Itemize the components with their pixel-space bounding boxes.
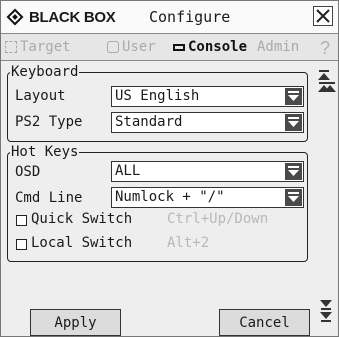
- window-title: Configure: [149, 8, 231, 26]
- dropdown-arrow-icon: [285, 88, 302, 105]
- tab-user[interactable]: User: [107, 37, 156, 57]
- cmd-line-label: Cmd Line: [15, 190, 83, 206]
- tab-user-label: User: [122, 39, 156, 55]
- close-icon: [316, 9, 330, 23]
- keyboard-group-label: Keyboard: [11, 64, 79, 80]
- quick-switch-label[interactable]: Quick Switch: [31, 211, 132, 227]
- tab-admin[interactable]: Admin: [257, 37, 299, 57]
- tab-bar: Target User Console Admin ?: [1, 34, 338, 61]
- apply-button[interactable]: Apply: [30, 309, 121, 336]
- configure-window: BLACK BOX Configure Target User Console …: [0, 0, 339, 337]
- title-bar: BLACK BOX Configure: [1, 1, 338, 34]
- ps2-type-dropdown[interactable]: Standard: [111, 112, 304, 133]
- quick-switch-checkbox[interactable]: [16, 215, 27, 226]
- user-icon: [107, 41, 119, 53]
- cmd-line-value: Numlock + "/": [115, 189, 225, 205]
- tab-target-label: Target: [20, 39, 71, 55]
- help-icon[interactable]: ?: [320, 38, 330, 59]
- cancel-button[interactable]: Cancel: [219, 309, 310, 336]
- tab-admin-label: Admin: [257, 39, 300, 55]
- layout-label: Layout: [15, 88, 66, 104]
- dropdown-arrow-icon: [285, 114, 302, 131]
- tab-console[interactable]: Console: [173, 37, 247, 57]
- osd-value: ALL: [115, 163, 141, 179]
- tab-console-label: Console: [188, 39, 248, 55]
- console-icon: [173, 43, 185, 51]
- cmd-line-dropdown[interactable]: Numlock + "/": [111, 187, 304, 208]
- osd-label: OSD: [15, 164, 41, 180]
- scroll-down-left-icon[interactable]: [319, 299, 333, 323]
- brand-name: BLACK BOX: [29, 8, 116, 26]
- black-box-logo: BLACK BOX: [5, 7, 116, 27]
- ps2-type-label: PS2 Type: [15, 114, 83, 130]
- local-switch-label[interactable]: Local Switch: [31, 235, 132, 251]
- close-button[interactable]: [313, 6, 333, 26]
- dropdown-arrow-icon: [285, 189, 302, 206]
- local-switch-checkbox[interactable]: [16, 239, 27, 250]
- hot-keys-group-label: Hot Keys: [11, 144, 79, 160]
- target-icon: [5, 41, 17, 53]
- scroll-up-icon[interactable]: [323, 81, 337, 105]
- tab-target[interactable]: Target: [5, 37, 71, 57]
- diamond-logo-icon: [6, 8, 24, 26]
- layout-value: US English: [115, 88, 200, 104]
- ps2-type-value: Standard: [115, 114, 183, 130]
- quick-switch-hint: Ctrl+Up/Down: [167, 211, 269, 227]
- dropdown-arrow-icon: [285, 163, 302, 180]
- osd-dropdown[interactable]: ALL: [111, 161, 304, 182]
- layout-dropdown[interactable]: US English: [111, 86, 304, 107]
- local-switch-hint: Alt+2: [167, 235, 210, 251]
